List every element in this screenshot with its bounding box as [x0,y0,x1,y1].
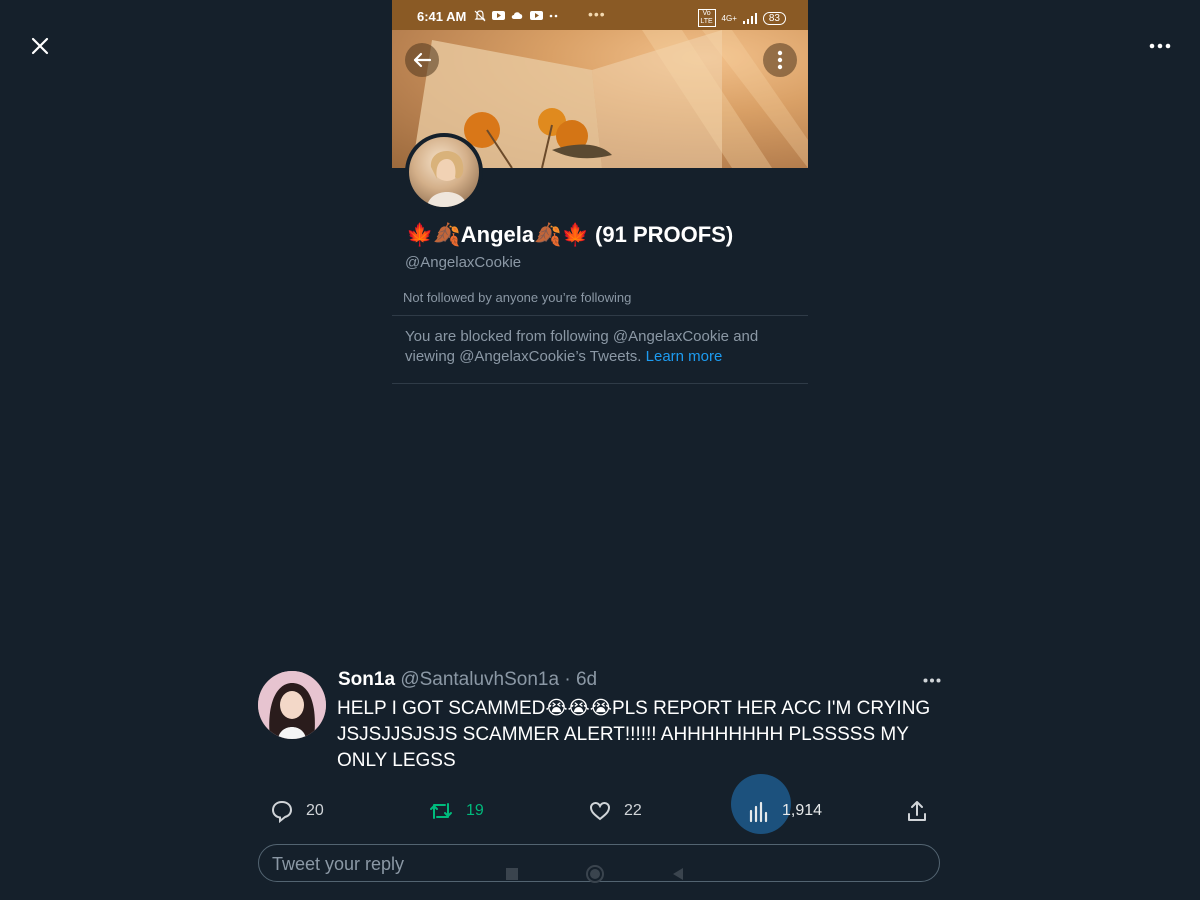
profile-menu-button[interactable] [763,43,797,77]
divider [392,315,808,316]
tweet-time[interactable]: · 6d [564,669,597,690]
retweet-action[interactable]: 19 [428,797,484,825]
views-action[interactable]: 1,914 [748,797,822,825]
phone-status-bar: 6:41 AM ••• Vo LTE 4G+ 83 [392,0,808,30]
retweet-count: 19 [466,802,484,819]
network-label: 4G+ [721,13,737,23]
volte-label: Vo LTE [697,9,716,27]
like-action[interactable]: 22 [588,797,642,825]
tweet-author-name[interactable]: Son1a [338,669,395,690]
more-dots-icon [549,14,558,18]
tweet-more-button[interactable] [916,668,948,692]
recent-apps-icon[interactable] [505,867,519,881]
arrow-left-icon [413,52,432,68]
tweet-author-handle[interactable]: @SantaluvhSon1a [400,669,559,690]
close-button[interactable] [24,30,56,62]
more-options-button[interactable] [1144,30,1176,62]
blocked-notice: You are blocked from following @AngelaxC… [405,327,785,367]
system-status: Vo LTE 4G+ 83 [697,9,786,27]
signal-icon [742,12,757,24]
tweet-header: Son1a @SantaluvhSon1a · 6d [338,669,597,691]
cloud-icon [511,12,523,19]
views-count: 1,914 [782,802,823,819]
status-time: 6:41 AM [417,9,467,24]
analytics-icon [749,801,768,823]
reply-action[interactable]: 20 [270,797,324,825]
notification-icons [474,10,559,22]
learn-more-link[interactable]: Learn more [646,348,723,365]
share-action[interactable] [905,797,929,825]
avatar-image [258,671,326,739]
avatar-image [427,150,467,207]
mute-bell-icon [474,10,486,22]
battery-indicator: 83 [762,11,786,25]
tweet-author-avatar[interactable] [258,671,326,739]
like-count: 22 [624,802,642,819]
embedded-screenshot[interactable]: 6:41 AM ••• Vo LTE 4G+ 83 🍁🍂Angela🍂🍁 (91… [392,0,808,384]
followers-you-know-note: Not followed by anyone you’re following [403,290,632,305]
home-icon[interactable] [585,864,605,884]
youtube-icon [492,11,505,20]
divider [392,383,808,384]
back-triangle-icon[interactable] [671,867,685,881]
more-horizontal-icon [923,678,941,682]
profile-display-name: 🍁🍂Angela🍂🍁 (91 PROOFS) [406,222,734,247]
android-nav-overlay [505,864,685,884]
status-bar-handle: ••• [588,6,606,22]
youtube-icon [530,11,543,20]
retweet-icon [430,803,452,819]
reply-placeholder: Tweet your reply [272,854,405,874]
tweet-text: HELP I GOT SCAMMED😭😭😭PLS REPORT HER ACC … [337,698,931,771]
more-vertical-icon [777,50,783,70]
share-icon [908,801,926,821]
heart-icon [589,801,611,821]
more-horizontal-icon [1149,43,1171,49]
reply-icon [271,800,293,823]
reply-count: 20 [306,802,324,819]
profile-handle: @AngelaxCookie [405,254,522,271]
back-button[interactable] [405,43,439,77]
close-icon [31,37,49,55]
profile-avatar[interactable] [405,133,483,211]
